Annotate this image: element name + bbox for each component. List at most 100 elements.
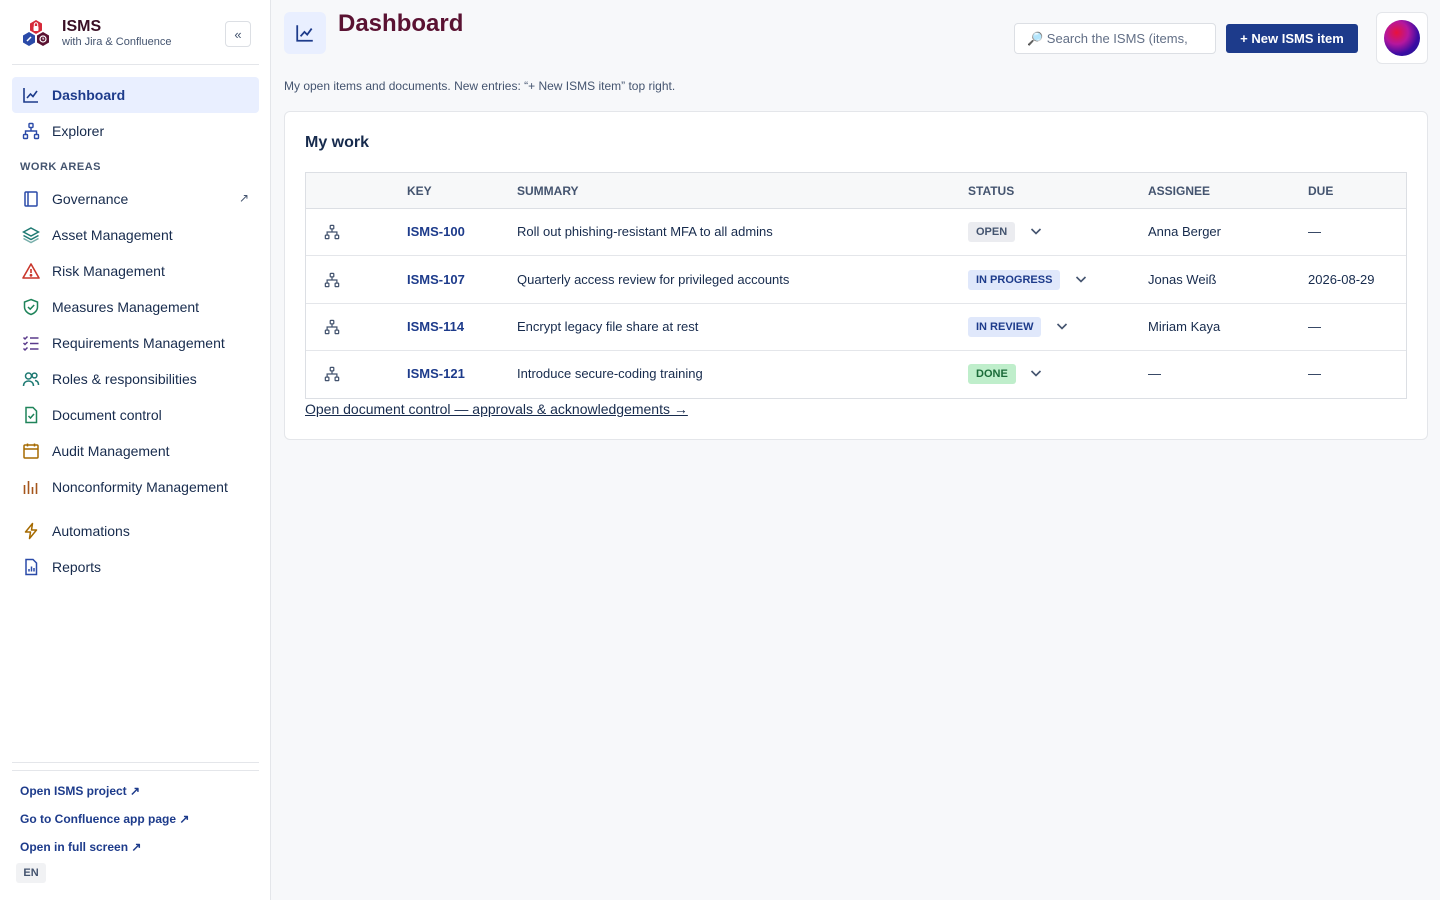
chevron-down-icon[interactable] xyxy=(1029,366,1043,380)
nav-item-asset-management[interactable]: Asset Management xyxy=(12,217,259,253)
nav-item-explorer[interactable]: Explorer xyxy=(12,113,259,149)
document-check-icon xyxy=(22,406,40,424)
status-badge: IN PROGRESS xyxy=(968,270,1061,290)
collapse-sidebar-button[interactable]: « xyxy=(225,21,251,47)
intro-text: My open items and documents. New entries… xyxy=(284,79,676,93)
page-title: Dashboard xyxy=(338,10,464,37)
assignee: Anna Berger xyxy=(1148,224,1221,239)
external-link-icon: ↗ xyxy=(238,191,249,205)
issue-key-link[interactable]: ISMS-100 xyxy=(407,224,465,239)
nav-item-audit-management[interactable]: Audit Management xyxy=(12,433,259,469)
search-input[interactable] xyxy=(1014,23,1216,54)
issue-key-link[interactable]: ISMS-121 xyxy=(407,366,465,381)
table-row[interactable]: ISMS-121 Introduce secure-coding trainin… xyxy=(306,351,1406,398)
page-chart-line-icon xyxy=(284,12,326,54)
table-row[interactable]: ISMS-114 Encrypt legacy file share at re… xyxy=(306,304,1406,351)
people-icon xyxy=(22,370,40,388)
due-date: 2026-08-29 xyxy=(1308,272,1375,287)
issue-key-link[interactable]: ISMS-114 xyxy=(407,319,464,334)
column-header-assignee[interactable]: ASSIGNEE xyxy=(1148,184,1210,198)
status-badge: DONE xyxy=(968,364,1016,384)
hierarchy-icon[interactable] xyxy=(324,224,340,240)
nav-item-automations[interactable]: Automations xyxy=(12,513,259,549)
nav-item-dashboard[interactable]: Dashboard xyxy=(12,77,259,113)
document-control-link[interactable]: Open document control — approvals & ackn… xyxy=(305,401,688,417)
divider xyxy=(12,770,259,771)
my-work-table: KEY SUMMARY STATUS ASSIGNEE DUE ISMS-100… xyxy=(305,172,1407,399)
avatar xyxy=(1384,20,1420,56)
divider xyxy=(12,762,259,763)
assignee: Jonas Weiß xyxy=(1148,272,1217,287)
table-row[interactable]: ISMS-107 Quarterly access review for pri… xyxy=(306,257,1406,304)
nav-label: Reports xyxy=(52,559,102,575)
app-title: ISMS xyxy=(62,18,102,35)
nav-label: Document control xyxy=(52,407,162,423)
status-badge: IN REVIEW xyxy=(968,317,1042,337)
nav-label: Automations xyxy=(52,523,130,539)
nav-item-requirements-management[interactable]: Requirements Management xyxy=(12,325,259,361)
chevron-down-icon[interactable] xyxy=(1029,224,1043,238)
nav-item-roles-responsibilities[interactable]: Roles & responsibilities xyxy=(12,361,259,397)
assignee: — xyxy=(1148,366,1161,381)
hierarchy-icon[interactable] xyxy=(324,366,340,382)
nav-label: Dashboard xyxy=(52,87,126,103)
due-date: — xyxy=(1308,366,1321,381)
lightning-icon xyxy=(22,522,40,540)
column-header-key[interactable]: KEY xyxy=(407,184,432,198)
chevron-down-icon[interactable] xyxy=(1055,319,1069,333)
app-subtitle: with Jira & Confluence xyxy=(62,36,172,48)
nav-item-governance[interactable]: Governance ↗ xyxy=(12,181,259,217)
hierarchy-icon[interactable] xyxy=(324,272,340,288)
nav-item-document-control[interactable]: Document control xyxy=(12,397,259,433)
brand: ISMS with Jira & Confluence xyxy=(20,16,260,56)
issue-summary: Introduce secure-coding training xyxy=(517,366,703,381)
confluence-app-page-link[interactable]: Go to Confluence app page ↗ xyxy=(20,812,189,826)
divider xyxy=(12,64,259,65)
issue-summary: Roll out phishing-resistant MFA to all a… xyxy=(517,224,773,239)
isms-logo-icon xyxy=(23,20,49,46)
nav-item-nonconformity-management[interactable]: Nonconformity Management xyxy=(12,469,259,505)
checklist-icon xyxy=(22,334,40,352)
nav-label: Governance xyxy=(52,191,129,207)
column-header-summary[interactable]: SUMMARY xyxy=(517,184,579,198)
hierarchy-icon[interactable] xyxy=(324,319,340,335)
calendar-icon xyxy=(22,442,40,460)
shield-check-icon xyxy=(22,298,40,316)
nav-label: Measures Management xyxy=(52,299,200,315)
nav-label: Explorer xyxy=(52,123,105,139)
new-isms-item-button[interactable]: + New ISMS item xyxy=(1226,24,1358,53)
due-date: — xyxy=(1308,224,1321,239)
issue-summary: Encrypt legacy file share at rest xyxy=(517,319,699,334)
book-icon xyxy=(22,190,40,208)
nav-label: Asset Management xyxy=(52,227,173,243)
warning-icon xyxy=(22,262,40,280)
nav-label: Nonconformity Management xyxy=(52,479,228,495)
status-badge: OPEN xyxy=(968,222,1016,242)
issue-key-link[interactable]: ISMS-107 xyxy=(407,272,465,287)
report-icon xyxy=(22,558,40,576)
hierarchy-icon xyxy=(22,122,40,140)
column-header-status[interactable]: STATUS xyxy=(968,184,1014,198)
sidebar: ISMS with Jira & Confluence « Dashboard … xyxy=(0,0,271,900)
column-header-due[interactable]: DUE xyxy=(1308,184,1333,198)
nav-item-measures-management[interactable]: Measures Management xyxy=(12,289,259,325)
issue-summary: Quarterly access review for privileged a… xyxy=(517,272,790,287)
assignee: Miriam Kaya xyxy=(1148,319,1221,334)
nav-item-reports[interactable]: Reports xyxy=(12,549,259,585)
nav-label: Roles & responsibilities xyxy=(52,371,197,387)
my-work-card: My work KEY SUMMARY STATUS ASSIGNEE DUE … xyxy=(284,111,1428,440)
user-menu[interactable] xyxy=(1376,12,1428,64)
table-row[interactable]: ISMS-100 Roll out phishing-resistant MFA… xyxy=(306,209,1406,256)
nav-label: Audit Management xyxy=(52,443,170,459)
nav-item-risk-management[interactable]: Risk Management xyxy=(12,253,259,289)
card-title: My work xyxy=(305,134,370,151)
language-badge[interactable]: EN xyxy=(16,863,46,883)
open-isms-project-link[interactable]: Open ISMS project ↗ xyxy=(20,784,140,798)
layers-icon xyxy=(22,226,40,244)
full-screen-link[interactable]: Open in full screen ↗ xyxy=(20,840,141,854)
chevron-down-icon[interactable] xyxy=(1074,272,1088,286)
nav-label: Risk Management xyxy=(52,263,165,279)
section-label-work-areas: WORK AREAS xyxy=(20,161,101,173)
due-date: — xyxy=(1308,319,1321,334)
table-header: KEY SUMMARY STATUS ASSIGNEE DUE xyxy=(306,173,1406,209)
